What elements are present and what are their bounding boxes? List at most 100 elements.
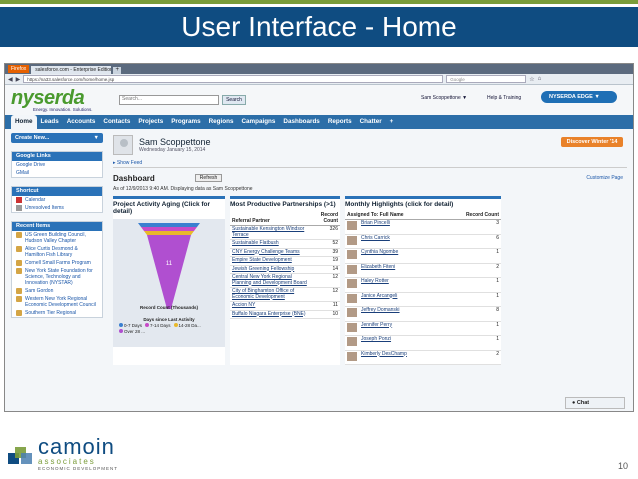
recent-item[interactable]: US Green Building Council, Hudson Valley… [12, 231, 102, 245]
table-row[interactable]: Jennifer Perry 1 [345, 321, 501, 336]
partner-name[interactable]: City of Binghamton Office of Economic De… [230, 287, 312, 302]
create-new-button[interactable]: Create New... ▼ [11, 133, 103, 143]
chat-widget[interactable]: ● Chat [565, 397, 625, 409]
partner-count: 52 [311, 239, 340, 249]
person-count: 2 [440, 263, 501, 278]
recent-item[interactable]: Western New York Regional Economic Devel… [12, 295, 102, 309]
customize-page-link[interactable]: Customize Page [586, 175, 623, 181]
partnerships-title[interactable]: Most Productive Partnerships (>1) [230, 196, 340, 208]
browser-search-input[interactable]: Google [446, 75, 527, 83]
user-menu[interactable]: Sam Scoppettone ▼ [421, 95, 467, 101]
table-row[interactable]: Buffalo Niagara Enterprise (BNE) 10 [230, 310, 340, 319]
aging-funnel-chart[interactable]: 11 Record Count (Thousands) Days since L… [113, 219, 225, 347]
tab-projects[interactable]: Projects [134, 115, 167, 129]
person-name[interactable]: Jeffrey Domanski [359, 306, 441, 322]
person-name[interactable]: Chris Carrick [359, 234, 441, 249]
table-row[interactable]: Accion NY 11 [230, 301, 340, 311]
avatar[interactable] [113, 135, 133, 155]
person-name[interactable]: Kimberly DesChamp [359, 350, 441, 365]
table-row[interactable]: Elizabeth Fiteni 2 [345, 263, 501, 278]
table-row[interactable]: CNY Energy Challenge Teams 39 [230, 248, 340, 257]
aging-component[interactable]: Project Activity Aging (Click for detail… [113, 196, 225, 365]
partner-name[interactable]: Sustainable Kensington Windsor Terrace [230, 225, 312, 240]
table-row[interactable]: Jewish Greening Fellowship 14 [230, 265, 340, 274]
tab-home[interactable]: Home [11, 115, 37, 129]
table-row[interactable]: Chris Carrick 6 [345, 234, 501, 249]
table-row[interactable]: Joseph Ponzi 1 [345, 335, 501, 351]
tab-chatter[interactable]: Chatter [356, 115, 386, 129]
sidebar-item-calendar[interactable]: Calendar [12, 196, 102, 204]
person-name[interactable]: Brian Pincelli [359, 219, 441, 235]
table-row[interactable]: Haley Rotter 1 [345, 277, 501, 293]
sidebar-item-google-drive[interactable]: Google Drive [12, 161, 102, 169]
partner-count: 10 [311, 310, 340, 319]
sidebar-item-unresolved[interactable]: Unresolved Items [12, 204, 102, 212]
table-row[interactable]: Empire State Development 19 [230, 256, 340, 266]
new-tab-button[interactable]: + [113, 67, 122, 74]
show-feed-link[interactable]: ▸ Show Feed [113, 158, 627, 168]
current-date: Wednesday January 15, 2014 [139, 147, 206, 153]
person-name[interactable]: Elizabeth Fiteni [359, 263, 441, 278]
highlights-component[interactable]: Monthly Highlights (click for detail) As… [345, 196, 501, 365]
partner-name[interactable]: Jewish Greening Fellowship [230, 265, 312, 274]
back-icon[interactable]: ◀ [8, 76, 13, 83]
firefox-menu-button[interactable]: Firefox [8, 65, 30, 73]
recent-item[interactable]: Alice Curtis Desmond & Hamilton Fish Lib… [12, 245, 102, 259]
table-row[interactable]: Kimberly DesChamp 2 [345, 350, 501, 365]
table-row[interactable]: Cynthia Ngombe 1 [345, 248, 501, 264]
url-bar[interactable]: https://na33.salesforce.com/home/home.js… [23, 75, 444, 83]
table-row[interactable]: Sustainable Kensington Windsor Terrace 32… [230, 225, 340, 240]
user-name[interactable]: Sam Scoppettone [139, 137, 211, 147]
partner-count: 12 [311, 273, 340, 288]
refresh-button[interactable]: Refresh [194, 174, 223, 182]
help-training-link[interactable]: Help & Training [487, 95, 521, 101]
partner-name[interactable]: Accion NY [230, 301, 312, 311]
table-row[interactable]: Sustainable Flatbush 52 [230, 239, 340, 249]
sidebar-item-gmail[interactable]: GMail [12, 169, 102, 177]
tab-campaigns[interactable]: Campaigns [237, 115, 279, 129]
recent-item[interactable]: New York State Foundation for Science, T… [12, 267, 102, 287]
forward-icon[interactable]: ▶ [16, 76, 21, 83]
tab-regions[interactable]: Regions [205, 115, 238, 129]
aging-title[interactable]: Project Activity Aging (Click for detail… [113, 196, 225, 215]
search-button[interactable]: Search [222, 95, 246, 105]
tab-accounts[interactable]: Accounts [63, 115, 100, 129]
global-search-input[interactable]: Search... [119, 95, 219, 105]
table-row[interactable]: Central New York Regional Planning and D… [230, 273, 340, 288]
tab-programs[interactable]: Programs [167, 115, 204, 129]
bookmark-star-icon[interactable]: ☆ [529, 76, 534, 83]
partner-name[interactable]: CNY Energy Challenge Teams [230, 248, 312, 257]
tab-dashboards[interactable]: Dashboards [279, 115, 323, 129]
partnerships-component[interactable]: Most Productive Partnerships (>1) Referr… [230, 196, 340, 365]
highlights-title[interactable]: Monthly Highlights (click for detail) [345, 196, 501, 208]
person-name[interactable]: Haley Rotter [359, 277, 441, 293]
tab-more[interactable]: + [386, 115, 398, 129]
table-row[interactable]: Brian Pincelli 3 [345, 219, 501, 235]
recent-item[interactable]: Cornell Small Farms Program [12, 259, 102, 267]
tab-reports[interactable]: Reports [324, 115, 356, 129]
table-row[interactable]: Janice Arcangeli 1 [345, 292, 501, 307]
browser-tab[interactable]: salesforce.com - Enterprise Edition [31, 66, 112, 74]
page-number: 10 [617, 461, 628, 471]
person-name[interactable]: Cynthia Ngombe [359, 248, 441, 264]
main-nav: Home Leads Accounts Contacts Projects Program… [5, 115, 633, 129]
recent-item[interactable]: Southern Tier Regional [12, 309, 102, 317]
home-icon[interactable]: ⌂ [538, 76, 542, 82]
recent-item[interactable]: Sam Gordon [12, 287, 102, 295]
col-highlight-count: Record Count [440, 211, 501, 220]
discover-winter-button[interactable]: Discover Winter '14 [561, 137, 623, 147]
person-name[interactable]: Jennifer Perry [359, 321, 441, 336]
partner-name[interactable]: Buffalo Niagara Enterprise (BNE) [230, 310, 312, 319]
person-name[interactable]: Janice Arcangeli [359, 292, 441, 307]
partner-name[interactable]: Sustainable Flatbush [230, 239, 312, 249]
sidebar: Create New... ▼ Google Links Google Driv… [5, 129, 107, 411]
app-switcher-button[interactable]: NYSERDA EDGE ▼ [541, 91, 617, 103]
tab-contacts[interactable]: Contacts [99, 115, 134, 129]
partner-name[interactable]: Empire State Development [230, 256, 312, 266]
table-row[interactable]: Jeffrey Domanski 8 [345, 306, 501, 322]
table-row[interactable]: City of Binghamton Office of Economic De… [230, 287, 340, 302]
partner-name[interactable]: Central New York Regional Planning and D… [230, 273, 312, 288]
person-name[interactable]: Joseph Ponzi [359, 335, 441, 351]
shortcut-box: Shortcut Calendar Unresolved Items [11, 186, 103, 213]
tab-leads[interactable]: Leads [37, 115, 63, 129]
